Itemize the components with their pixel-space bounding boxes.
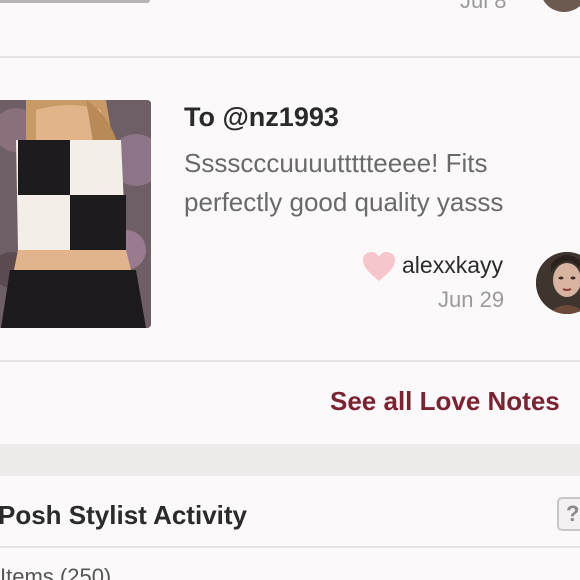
section-title: Posh Stylist Activity: [0, 500, 247, 530]
author-avatar[interactable]: [536, 252, 580, 314]
previous-love-note: Jul 8: [0, 0, 580, 56]
divider: [0, 546, 580, 548]
previous-note-date: Jul 8: [460, 0, 507, 13]
see-all-row: See all Love Notes: [0, 362, 580, 444]
previous-author-avatar[interactable]: [540, 0, 580, 12]
heart-icon: [362, 251, 396, 283]
see-all-love-notes-link[interactable]: See all Love Notes: [330, 386, 560, 417]
previous-product-thumbnail[interactable]: [0, 0, 150, 3]
note-recipient[interactable]: To @nz1993: [184, 102, 339, 133]
love-note-card: To @nz1993 Sssscccuuuuttttteeee! Fits pe…: [0, 58, 580, 360]
section-separator: [0, 444, 580, 476]
question-mark-icon[interactable]: ?: [557, 497, 580, 531]
partial-activity-line: Items (250): [0, 564, 112, 580]
product-thumbnail[interactable]: [0, 100, 151, 328]
note-message: Sssscccuuuuttttteeee! Fits perfectly goo…: [184, 148, 504, 217]
stylist-activity-section: Posh Stylist Activity ? Items (250): [0, 476, 580, 580]
author-username[interactable]: alexxkayy: [402, 252, 503, 279]
note-date: Jun 29: [438, 287, 505, 312]
